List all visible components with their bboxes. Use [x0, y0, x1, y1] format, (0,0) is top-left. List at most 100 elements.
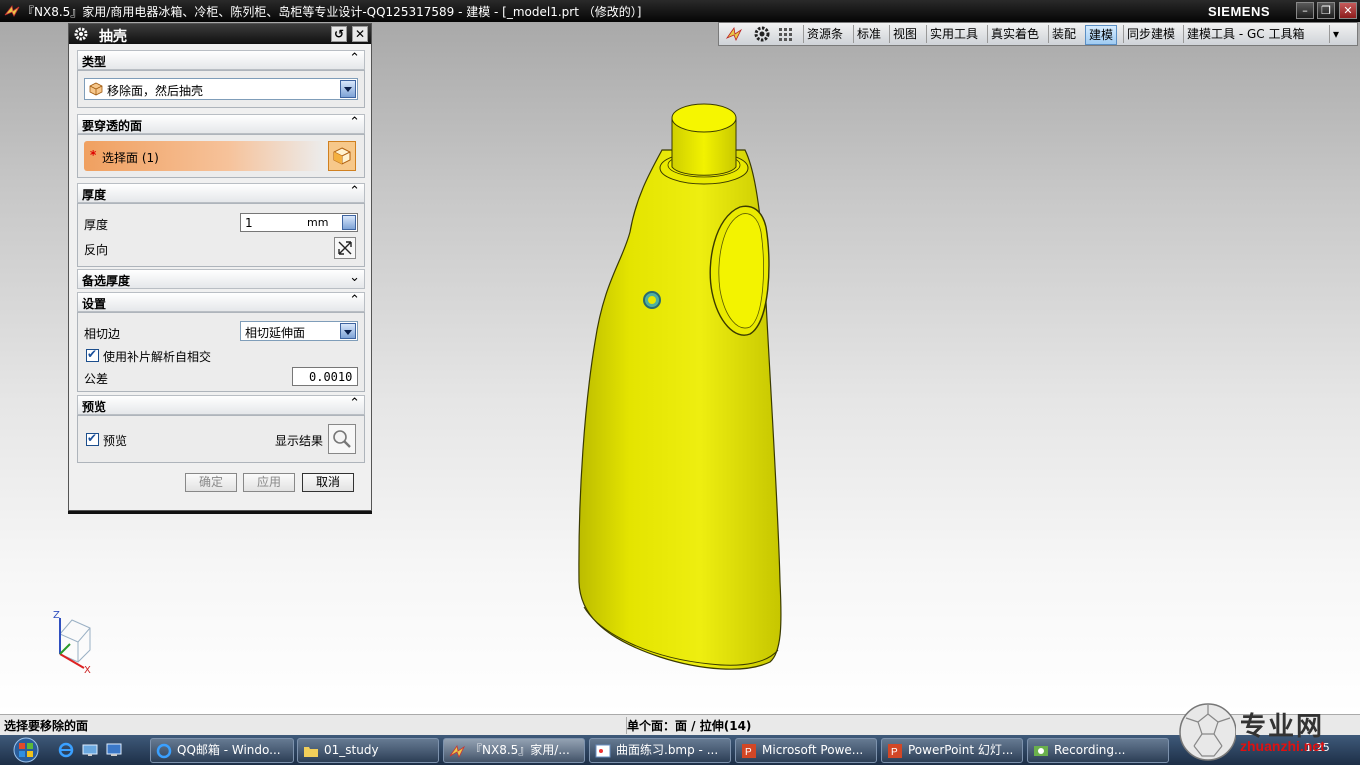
dialog-title-bar[interactable]: 抽壳 ↺ ✕: [69, 24, 371, 45]
reverse-direction-button[interactable]: [334, 237, 356, 259]
task-qq-mail[interactable]: QQ邮箱 - Windo...: [150, 738, 294, 763]
preview-checkbox[interactable]: [86, 431, 99, 446]
task-recording[interactable]: Recording...: [1027, 738, 1169, 763]
task-label: Microsoft Powe...: [762, 743, 864, 757]
tab-resource-bar[interactable]: 资源条: [803, 25, 846, 43]
tab-assemblies[interactable]: 装配: [1048, 25, 1079, 43]
thickness-value: 1: [245, 216, 253, 230]
bottle-neck-top[interactable]: [671, 103, 737, 133]
powerpoint-icon: P: [888, 744, 902, 758]
settings-panel: 相切边 相切延伸面 使用补片解析自相交 公差 0.0010: [77, 312, 365, 392]
close-button[interactable]: ✕: [1339, 2, 1357, 19]
section-thickness[interactable]: 厚度 ⌃: [77, 183, 365, 203]
ribbon-bar: 资源条 标准 视图 实用工具 真实着色 装配 建模 同步建模 建模工具 - GC…: [718, 22, 1358, 46]
thickness-unit: mm: [307, 216, 329, 229]
magnifier-icon: [333, 430, 351, 448]
paint-icon: [595, 744, 611, 758]
cancel-button[interactable]: 取消: [302, 473, 354, 492]
soccer-ball-icon: [1179, 703, 1236, 761]
show-desktop-icon[interactable]: [82, 742, 98, 758]
thickness-menu-icon[interactable]: [342, 215, 356, 230]
section-alternate-thickness[interactable]: 备选厚度 ⌄: [77, 269, 365, 289]
ok-button[interactable]: 确定: [185, 473, 237, 492]
required-mark: *: [90, 148, 97, 162]
task-label: PowerPoint 幻灯...: [908, 743, 1014, 757]
type-panel: 移除面，然后抽壳: [77, 70, 365, 108]
face-select-cube-icon: [333, 147, 351, 165]
chevron-up-icon[interactable]: ⌃: [349, 51, 360, 66]
shell-dialog: 抽壳 ↺ ✕ 类型 ⌃ 移除面，然后抽壳 要穿透的面 ⌃ * 选择面 (1) 厚…: [68, 23, 372, 511]
chevron-down-icon[interactable]: ⌄: [349, 270, 360, 285]
status-info: 单个面：面 / 拉伸(14): [626, 717, 752, 734]
restore-button[interactable]: ❐: [1317, 2, 1335, 19]
taskbar: QQ邮箱 - Windo... 01_study 『NX8.5』家用/... 曲…: [0, 735, 1360, 765]
section-thickness-label: 厚度: [82, 188, 107, 202]
siemens-logo: SIEMENS: [1208, 4, 1271, 19]
start-button[interactable]: [4, 736, 44, 764]
chevron-down-icon[interactable]: [340, 323, 356, 339]
tab-gc-toolkit[interactable]: 建模工具 - GC 工具箱: [1183, 25, 1307, 43]
reverse-direction-icon: [338, 241, 352, 255]
section-alternate-thickness-label: 备选厚度: [82, 274, 131, 288]
tangent-edges-dropdown[interactable]: 相切延伸面: [240, 321, 358, 341]
tolerance-input[interactable]: 0.0010: [292, 367, 358, 386]
ribbon-options-icon[interactable]: ▾: [1329, 25, 1356, 43]
cube-icon: [89, 82, 103, 96]
task-paint[interactable]: 曲面练习.bmp - ...: [589, 738, 731, 763]
show-result-label: 显示结果: [275, 434, 324, 448]
tab-standard[interactable]: 标准: [853, 25, 884, 43]
select-face-button[interactable]: [328, 141, 356, 171]
grid-icon[interactable]: [777, 25, 795, 43]
tangent-edges-label: 相切边: [84, 327, 121, 341]
type-dropdown[interactable]: 移除面，然后抽壳: [84, 78, 358, 100]
nx-icon: [449, 745, 465, 758]
chevron-up-icon[interactable]: ⌃: [349, 184, 360, 199]
select-face-row[interactable]: * 选择面 (1): [84, 141, 324, 171]
svg-text:P: P: [891, 747, 898, 758]
status-bar: 选择要移除的面 单个面：面 / 拉伸(14): [0, 714, 1360, 735]
section-settings-label: 设置: [82, 297, 107, 311]
minimize-button[interactable]: –: [1296, 2, 1314, 19]
tangent-edges-value: 相切延伸面: [245, 326, 306, 340]
reverse-label: 反向: [84, 243, 109, 257]
section-preview-label: 预览: [82, 400, 107, 414]
task-powerpoint-slides[interactable]: P PowerPoint 幻灯...: [881, 738, 1023, 763]
thickness-input[interactable]: 1 mm: [240, 213, 358, 232]
chevron-up-icon[interactable]: ⌃: [349, 115, 360, 130]
section-settings[interactable]: 设置 ⌃: [77, 292, 365, 312]
tab-modeling[interactable]: 建模: [1085, 25, 1118, 45]
show-result-button[interactable]: [328, 424, 356, 454]
patch-checkbox[interactable]: [86, 347, 99, 362]
reset-button[interactable]: ↺: [331, 26, 347, 42]
dialog-title: 抽壳: [99, 29, 127, 45]
faces-panel: * 选择面 (1): [77, 134, 365, 178]
ie-icon[interactable]: [58, 742, 74, 758]
patch-label: 使用补片解析自相交: [103, 350, 212, 364]
chevron-down-icon[interactable]: [340, 80, 356, 98]
folder-icon: [304, 747, 318, 757]
section-faces[interactable]: 要穿透的面 ⌃: [77, 114, 365, 134]
tab-view[interactable]: 视图: [889, 25, 920, 43]
nx-menu-icon[interactable]: [725, 25, 743, 43]
apply-button[interactable]: 应用: [243, 473, 295, 492]
thickness-label: 厚度: [84, 218, 109, 232]
chevron-up-icon[interactable]: ⌃: [349, 396, 360, 411]
tab-utilities[interactable]: 实用工具: [926, 25, 981, 43]
powerpoint-icon: P: [742, 744, 756, 758]
tab-true-shading[interactable]: 真实着色: [987, 25, 1042, 43]
triad-z-label: Z: [53, 610, 60, 621]
section-type-label: 类型: [82, 55, 107, 69]
task-nx[interactable]: 『NX8.5』家用/...: [443, 738, 585, 763]
chevron-up-icon[interactable]: ⌃: [349, 293, 360, 308]
select-face-label: 选择面 (1): [102, 151, 159, 165]
monitor-icon[interactable]: [106, 742, 122, 758]
section-preview[interactable]: 预览 ⌃: [77, 395, 365, 415]
tab-synchronous-modeling[interactable]: 同步建模: [1123, 25, 1178, 43]
gear-icon[interactable]: [753, 25, 771, 43]
dialog-settings-icon[interactable]: [73, 26, 89, 42]
section-type[interactable]: 类型 ⌃: [77, 50, 365, 70]
task-powerpoint[interactable]: P Microsoft Powe...: [735, 738, 877, 763]
preview-label: 预览: [103, 434, 128, 448]
task-folder[interactable]: 01_study: [297, 738, 439, 763]
dialog-close-button[interactable]: ✕: [352, 26, 368, 42]
